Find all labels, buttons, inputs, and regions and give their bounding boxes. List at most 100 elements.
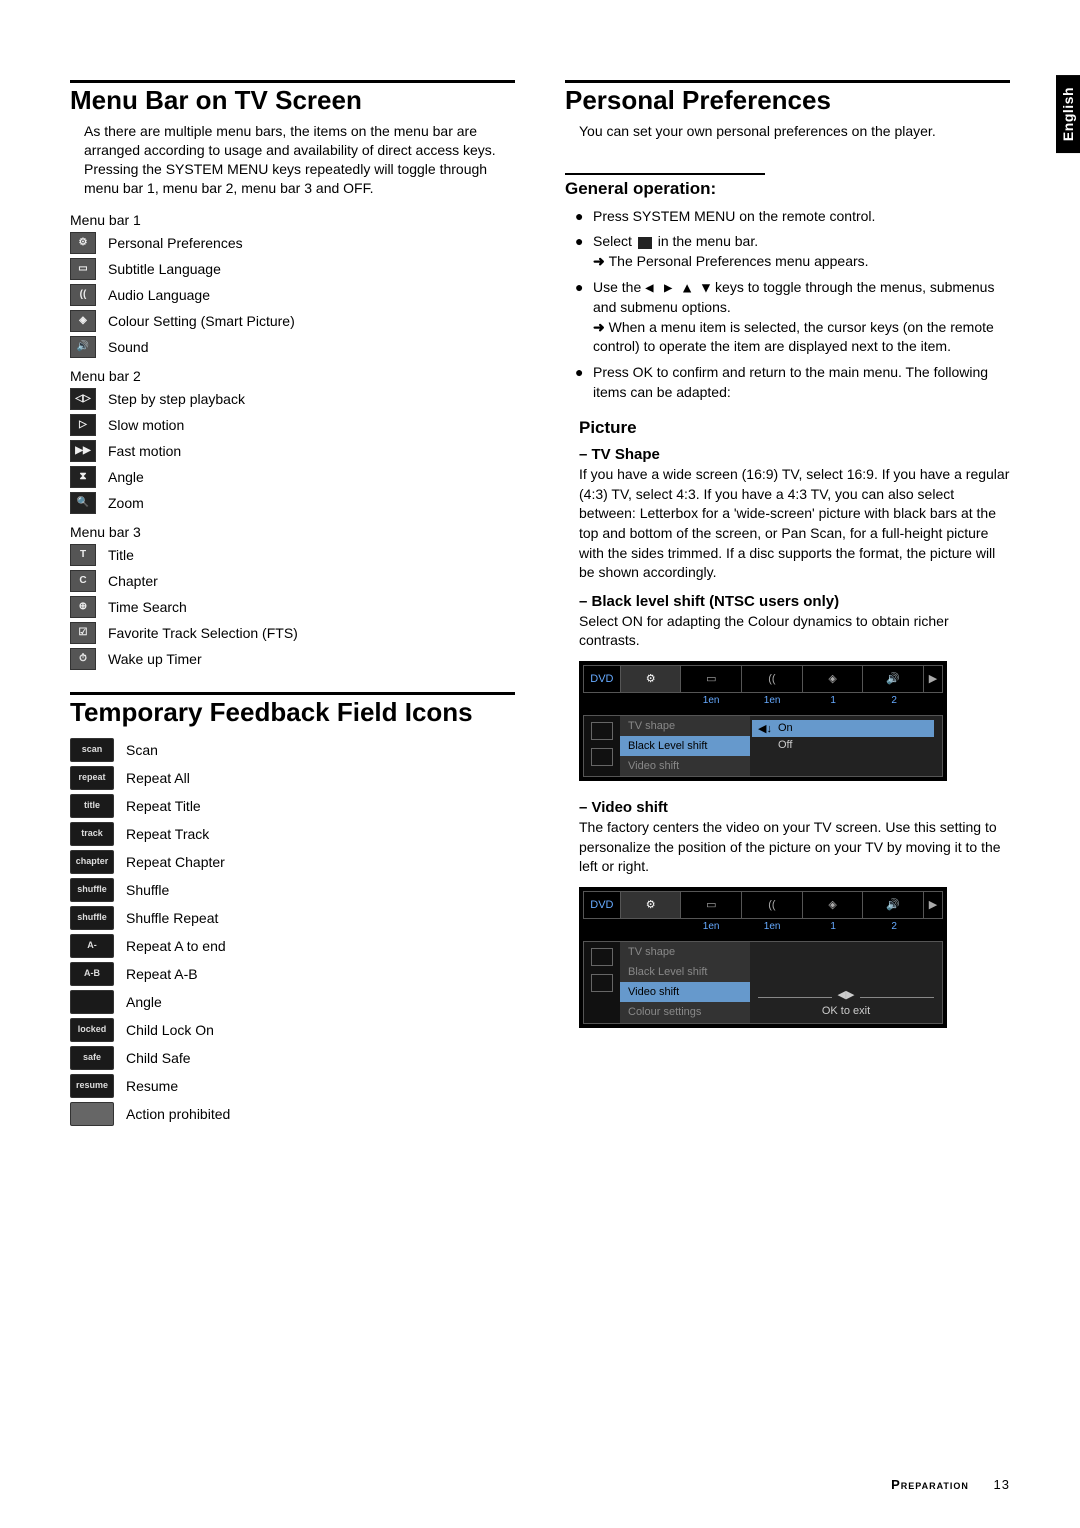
osd1-menu-tv-shape[interactable]: TV shape	[620, 716, 750, 736]
osd2-tab-more: ▶	[924, 892, 942, 918]
menubar3-label: Menu bar 3	[70, 524, 515, 540]
angle-feedback-icon	[70, 990, 114, 1014]
feedback-item: scanScan	[70, 738, 515, 762]
osd1-side-icon	[591, 748, 613, 766]
feedback-item: Angle	[70, 990, 515, 1014]
feedback-item: titleRepeat Title	[70, 794, 515, 818]
feedback-item-label: Repeat A-B	[126, 966, 198, 982]
feedback-item: chapterRepeat Chapter	[70, 850, 515, 874]
feedback-item-label: Repeat Track	[126, 826, 209, 842]
mb2-item-label: Step by step playback	[108, 391, 245, 407]
osd2-side-icons	[584, 942, 620, 1023]
feedback-item: shuffleShuffle Repeat	[70, 906, 515, 930]
feedback-item: lockedChild Lock On	[70, 1018, 515, 1042]
repeat-all-icon: repeat	[70, 766, 114, 790]
right-column: Personal Preferences You can set your ow…	[565, 80, 1010, 1136]
osd2-menu-colour-settings[interactable]: Colour settings	[620, 1002, 750, 1022]
osd1-value-off[interactable]: Off	[758, 737, 934, 753]
heading-tv-shape: – TV Shape	[579, 446, 1010, 463]
left-column: Menu Bar on TV Screen As there are multi…	[70, 80, 515, 1136]
osd-video-shift: DVD ⚙ ▭ (( ◈ 🔊 ▶ 1en 1en 1 2	[579, 887, 947, 1028]
mb2-item-label: Slow motion	[108, 417, 184, 433]
heading-video-shift: – Video shift	[579, 799, 1010, 816]
repeat-ab-icon: A-B	[70, 962, 114, 986]
colour-icon: ◈	[70, 310, 96, 332]
osd1-menu-black-level[interactable]: Black Level shift	[620, 736, 750, 756]
osd1-tab-colour: ◈	[803, 666, 864, 692]
child-safe-icon: safe	[70, 1046, 114, 1070]
feedback-item-label: Scan	[126, 742, 158, 758]
heading-black-level: – Black level shift (NTSC users only)	[579, 593, 1010, 610]
osd1-tab-prefs: ⚙	[621, 666, 682, 692]
osd2-val: 1en	[742, 921, 803, 939]
osd1-tab-subtitle: ▭	[681, 666, 742, 692]
osd1-tab-dvd: DVD	[584, 666, 621, 692]
osd1-tab-sound: 🔊	[863, 666, 924, 692]
osd2-slider[interactable]: ◀▶	[758, 986, 934, 1003]
action-prohibited-icon	[70, 1102, 114, 1126]
preferences-inline-icon	[638, 237, 652, 249]
feedback-item: track Repeat Track	[70, 822, 515, 846]
mb3-item: ⏱Wake up Timer	[70, 648, 515, 670]
mb1-item: ▭Subtitle Language	[70, 258, 515, 280]
subtitle-icon: ▭	[70, 258, 96, 280]
osd2-tab-sound: 🔊	[863, 892, 924, 918]
menubar1-label: Menu bar 1	[70, 212, 515, 228]
mb1-item: ◈Colour Setting (Smart Picture)	[70, 310, 515, 332]
feedback-item: shuffleShuffle	[70, 878, 515, 902]
mb2-item: ⧗ Angle	[70, 466, 515, 488]
mb2-item: ▷Slow motion	[70, 414, 515, 436]
feedback-list: scanScan repeat Repeat All titleRepeat Ti…	[70, 738, 515, 1126]
mb1-item-label: Sound	[108, 339, 148, 355]
osd2-val: 1	[803, 921, 864, 939]
osd1-tab-audio: ((	[742, 666, 803, 692]
body-black-level: Select ON for adapting the Colour dynami…	[579, 612, 1010, 651]
intro-personal-prefs: You can set your own personal preference…	[579, 122, 1010, 141]
body-tv-shape: If you have a wide screen (16:9) TV, sel…	[579, 465, 1010, 583]
osd2-ok-hint: OK to exit	[758, 1003, 934, 1019]
body-video-shift: The factory centers the video on your TV…	[579, 818, 1010, 877]
repeat-track-icon: track	[70, 822, 114, 846]
mb2-item-label: Angle	[108, 469, 144, 485]
osd1-value-on[interactable]: ◀↓On	[752, 720, 934, 737]
osd1-side-icon	[591, 722, 613, 740]
osd2-menu-black-level[interactable]: Black Level shift	[620, 962, 750, 982]
genop-step-2b: in the menu bar.	[654, 233, 758, 249]
osd2-tab-audio: ((	[742, 892, 803, 918]
osd2-side-icon	[591, 948, 613, 966]
resume-icon: resume	[70, 1074, 114, 1098]
osd1-val	[620, 695, 681, 713]
feedback-item: safe Child Safe	[70, 1046, 515, 1070]
menubar3-list: TTitle CChapter ⊕Time Search ☑Favorite T…	[70, 544, 515, 670]
osd2-val: 2	[864, 921, 925, 939]
mb3-item-label: Favorite Track Selection (FTS)	[108, 625, 298, 641]
genop-step-2-result: The Personal Preferences menu appears.	[593, 252, 1010, 272]
osd2-menu: TV shape Black Level shift Video shift C…	[620, 942, 750, 1023]
osd1-val: 1en	[681, 695, 742, 713]
mb1-item: ((Audio Language	[70, 284, 515, 306]
osd2-side-icon	[591, 974, 613, 992]
osd1-menu-video-shift[interactable]: Video shift	[620, 756, 750, 776]
menubar2-label: Menu bar 2	[70, 368, 515, 384]
mb1-item: ⚙Personal Preferences	[70, 232, 515, 254]
mb2-item-label: Fast motion	[108, 443, 181, 459]
osd2-tab-subtitle: ▭	[681, 892, 742, 918]
osd2-menu-tv-shape[interactable]: TV shape	[620, 942, 750, 962]
heading-feedback-icons: Temporary Feedback Field Icons	[70, 692, 515, 728]
osd1-tab-more: ▶	[924, 666, 942, 692]
osd2-val	[620, 921, 681, 939]
audio-lang-icon: ((	[70, 284, 96, 306]
zoom-icon: 🔍	[70, 492, 96, 514]
osd1-val: 2	[864, 695, 925, 713]
mb3-item: ☑Favorite Track Selection (FTS)	[70, 622, 515, 644]
osd-black-level-shift: DVD ⚙ ▭ (( ◈ 🔊 ▶ 1en 1en 1 2	[579, 661, 947, 781]
footer-page-number: 13	[994, 1477, 1010, 1492]
menubar2-list: ◁▷Step by step playback ▷Slow motion ▶▶F…	[70, 388, 515, 514]
osd2-menu-video-shift[interactable]: Video shift	[620, 982, 750, 1002]
angle-icon: ⧗	[70, 466, 96, 488]
osd1-value-on-label: On	[778, 722, 793, 734]
osd2-values: ◀▶ OK to exit	[750, 942, 942, 1023]
feedback-item: Action prohibited	[70, 1102, 515, 1126]
osd1-value-off-label: Off	[778, 739, 792, 751]
feedback-item-label: Repeat All	[126, 770, 190, 786]
